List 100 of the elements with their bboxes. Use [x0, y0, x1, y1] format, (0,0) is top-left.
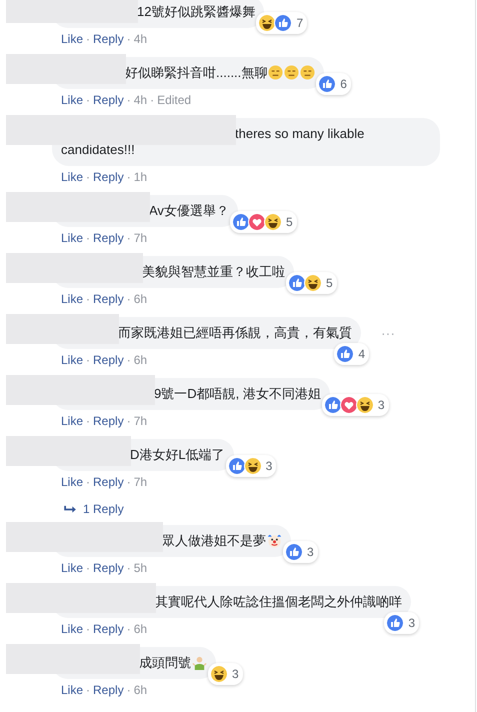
- comment-text: 9號一D都唔靚, 港女不同港姐: [154, 386, 321, 401]
- clown-emoji-icon: [267, 533, 282, 548]
- separator-dot: ·: [150, 92, 154, 109]
- comment-action-link[interactable]: Like: [61, 412, 84, 430]
- comment-action-link[interactable]: Like: [61, 229, 84, 247]
- reactions-pill[interactable]: 7: [256, 12, 308, 34]
- separator-dot: ·: [126, 682, 131, 699]
- comment-action-link[interactable]: Reply: [93, 620, 124, 638]
- separator-dot: ·: [86, 474, 90, 491]
- thumbs-up-icon: [318, 75, 336, 93]
- reaction-count: 4: [358, 346, 365, 362]
- laughing-face-icon: [264, 213, 282, 231]
- comment-action-link[interactable]: Reply: [93, 30, 124, 48]
- separator-dot: ·: [86, 230, 90, 247]
- reactions-pill[interactable]: 3: [208, 663, 243, 685]
- thumbs-up-icon: [274, 14, 292, 32]
- separator-dot: ·: [86, 413, 90, 430]
- reaction-count: 7: [296, 15, 304, 31]
- reaction-count: 3: [266, 458, 272, 474]
- thumbs-up-icon: [336, 345, 354, 363]
- thumbs-up-icon: [324, 396, 342, 414]
- reaction-count: 3: [408, 615, 415, 631]
- expressionless-emoji-icon: [284, 65, 300, 80]
- comment-action-link[interactable]: Like: [61, 168, 84, 186]
- comment-text: 12號好似跳緊醬爆舞: [137, 4, 256, 19]
- separator-dot: ·: [126, 413, 131, 430]
- reaction-count: 6: [340, 76, 347, 92]
- separator-dot: ·: [86, 560, 90, 577]
- comment-action-link[interactable]: Like: [61, 30, 84, 48]
- thumbs-up-icon: [232, 213, 250, 231]
- separator-dot: ·: [86, 621, 90, 638]
- comment-action-link[interactable]: Like: [61, 559, 84, 577]
- comment-text: 而家既港姐已經唔再係靚，高貴，有氣質: [118, 325, 352, 340]
- reactions-pill[interactable]: 3: [322, 394, 389, 416]
- reactions-pill[interactable]: 5: [230, 211, 297, 233]
- reply-arrow-icon: [64, 504, 77, 514]
- separator-dot: ·: [86, 352, 90, 369]
- reactions-pill[interactable]: 3: [283, 541, 318, 563]
- separator-dot: ·: [126, 560, 131, 577]
- edited-label: Edited: [157, 92, 192, 109]
- reaction-count: 5: [286, 214, 293, 230]
- thumbs-up-icon: [285, 543, 303, 561]
- reactions-pill[interactable]: 4: [334, 343, 369, 365]
- comment-action-link[interactable]: Like: [61, 620, 84, 638]
- comment-text: D港女好L低端了: [130, 447, 225, 462]
- comment-text: 其實呢代人除咗諗住搵個老闆之外仲識啲咩: [155, 594, 402, 609]
- comment-action-link[interactable]: Like: [61, 351, 84, 369]
- laughing-face-icon: [258, 14, 276, 32]
- comment-action-link[interactable]: Reply: [93, 681, 124, 699]
- separator-dot: ·: [126, 474, 131, 491]
- comment-action-link[interactable]: Like: [61, 91, 84, 109]
- reactions-pill[interactable]: 3: [384, 612, 419, 634]
- comment-action-link[interactable]: Reply: [93, 229, 124, 247]
- reaction-count: 5: [326, 275, 333, 291]
- comment-action-link[interactable]: Reply: [93, 168, 124, 186]
- thumbs-up-icon: [386, 614, 404, 632]
- comment-action-link[interactable]: Like: [61, 290, 84, 308]
- separator-dot: ·: [126, 92, 131, 109]
- laughing-face-icon: [356, 396, 374, 414]
- separator-dot: ·: [86, 682, 90, 699]
- comment-text: 好似睇緊抖音咁.......無聊: [125, 65, 268, 80]
- separator-dot: ·: [86, 169, 90, 186]
- comment-action-link[interactable]: Reply: [93, 290, 124, 308]
- reaction-count: 3: [307, 544, 314, 560]
- reaction-count: 3: [232, 666, 239, 682]
- comment-action-link[interactable]: Reply: [93, 412, 124, 430]
- comment-action-link[interactable]: Reply: [93, 559, 124, 577]
- heart-icon: [248, 213, 266, 231]
- reactions-pill[interactable]: 3: [226, 455, 276, 477]
- separator-dot: ·: [126, 291, 131, 308]
- thumbs-up-icon: [288, 274, 306, 292]
- laughing-face-icon: [304, 274, 322, 292]
- comment-action-link[interactable]: Reply: [93, 91, 124, 109]
- view-replies-link[interactable]: 1 Reply: [52, 491, 475, 516]
- expressionless-emoji-icon: [300, 65, 316, 80]
- comment-action-link[interactable]: Reply: [93, 351, 124, 369]
- expressionless-emoji-icon: [268, 65, 284, 80]
- comment-text: 眾人做港姐不是夢: [162, 533, 266, 548]
- thumbs-up-icon: [228, 457, 246, 475]
- shrugging-person-icon: [192, 655, 207, 670]
- separator-dot: ·: [86, 92, 90, 109]
- reactions-pill[interactable]: 5: [286, 272, 337, 294]
- separator-dot: ·: [126, 230, 131, 247]
- comment-text: 美貌與智慧並重？收工啦: [142, 264, 285, 279]
- separator-dot: ·: [126, 352, 131, 369]
- comment-action-link[interactable]: Like: [61, 473, 84, 491]
- laughing-face-icon: [244, 457, 262, 475]
- laughing-face-icon: [210, 665, 228, 683]
- separator-dot: ·: [126, 31, 131, 48]
- heart-icon: [340, 396, 358, 414]
- separator-dot: ·: [86, 291, 90, 308]
- separator-dot: ·: [126, 621, 131, 638]
- comment-text: Av女優選舉？: [149, 203, 229, 218]
- comment-text: theres so many likable candidates!!!: [61, 126, 364, 157]
- comment-action-link[interactable]: Reply: [93, 473, 124, 491]
- comment-action-link[interactable]: Like: [61, 681, 84, 699]
- comment-text: 成頭問號: [139, 655, 191, 670]
- separator-dot: ·: [86, 31, 90, 48]
- reaction-count: 3: [378, 397, 385, 413]
- reactions-pill[interactable]: 6: [316, 73, 351, 95]
